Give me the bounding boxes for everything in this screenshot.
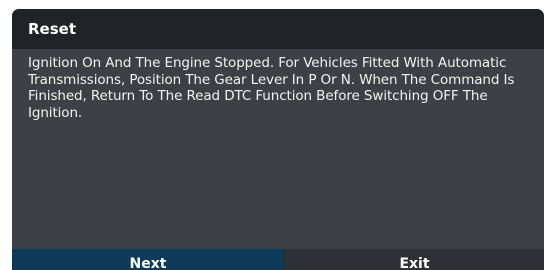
- dialog-footer: Next Exit: [12, 249, 544, 270]
- dialog-header: Reset: [12, 9, 544, 49]
- exit-button[interactable]: Exit: [284, 249, 544, 270]
- next-button[interactable]: Next: [12, 249, 284, 270]
- dialog-message: Ignition On And The Engine Stopped. For …: [28, 55, 515, 121]
- dialog-title: Reset: [28, 20, 76, 38]
- reset-dialog: Reset Ignition On And The Engine Stopped…: [12, 9, 544, 270]
